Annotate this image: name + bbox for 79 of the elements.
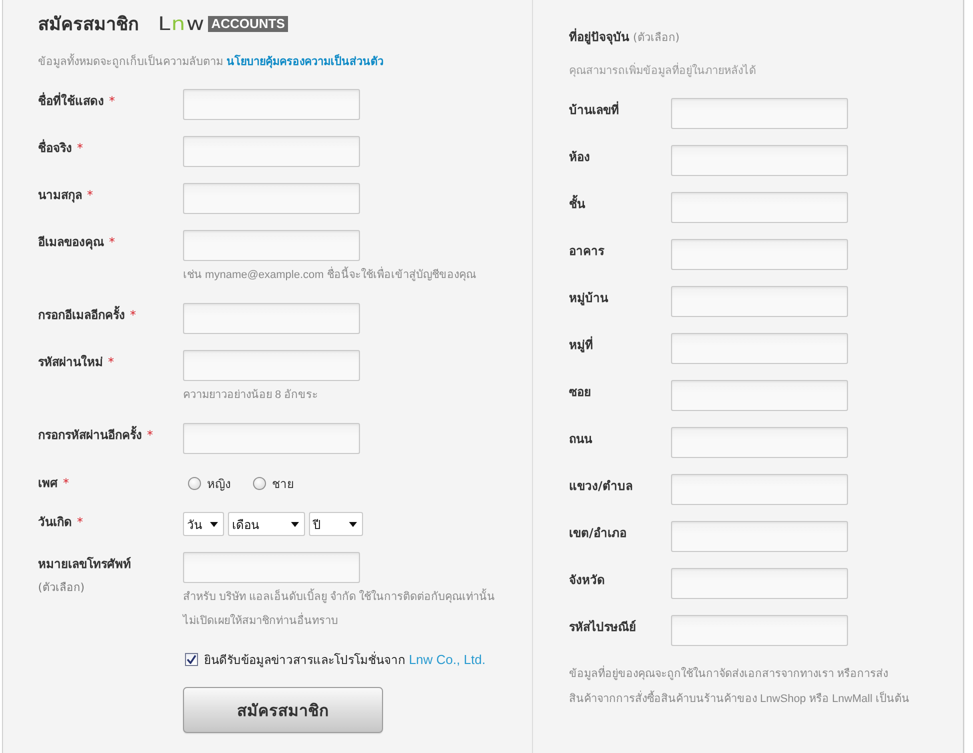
field-label: จังหวัด [569, 573, 605, 587]
text-input[interactable] [183, 89, 360, 120]
required-asterisk: * [109, 94, 115, 108]
field-label: หมู่ที่ [569, 338, 593, 352]
field-label: ชั้น [569, 197, 585, 211]
field-label: วันเกิด [38, 515, 72, 529]
field-label: กรอกรหัสผ่านอีกครั้ง [38, 428, 142, 442]
field-label: ห้อง [569, 150, 590, 164]
caret-icon [349, 522, 357, 526]
text-input[interactable] [183, 136, 360, 167]
required-asterisk: * [87, 188, 93, 202]
text-input[interactable] [671, 568, 848, 599]
radio-label: ชาย [272, 476, 294, 492]
required-asterisk: * [108, 355, 114, 369]
required-asterisk: * [109, 235, 115, 249]
text-input[interactable] [671, 239, 848, 270]
logo-wordmark: Lnw [158, 16, 206, 34]
section-subtitle: คุณสามารถเพิ่มข้อมูลที่อยู่ในภายหลังได้ [569, 63, 756, 79]
section-title: ที่อยู่ปัจจุบัน [569, 30, 629, 44]
text-input[interactable] [671, 145, 848, 176]
text-input[interactable] [183, 552, 360, 583]
radio-label: หญิง [207, 476, 231, 492]
field-label: ชื่อที่ใช้แสดง [38, 94, 104, 108]
text-input[interactable] [183, 230, 360, 261]
field-hint: เช่น myname@example.com ชื่อนี้จะใช้เพื่อเข้าสู่บัญชีของคุณ [183, 263, 476, 287]
caret-icon [210, 522, 218, 526]
field-label: หมู่บ้าน [569, 291, 608, 305]
radio-button[interactable] [188, 476, 201, 490]
text-input[interactable] [671, 521, 848, 552]
text-input[interactable] [183, 423, 360, 454]
text-input[interactable] [671, 380, 848, 411]
signup-button[interactable]: สมัครสมาชิก [183, 687, 383, 733]
field-label: รหัสผ่านใหม่ [38, 355, 103, 369]
text-input[interactable] [671, 427, 848, 458]
required-asterisk: * [77, 141, 83, 155]
caret-icon [291, 522, 299, 526]
address-usage-note: ข้อมูลที่อยู่ของคุณจะถูกใช้ในกาจัดส่งเอกสารจากทางเรา หรือการส่ง [569, 662, 888, 687]
field-hint: ไม่เปิดเผยให้สมาชิกท่านอื่นทราบ [183, 609, 338, 633]
field-label: เขต/อำเภอ [569, 526, 626, 540]
field-label: อาคาร [569, 244, 604, 258]
field-label: อีเมลของคุณ [38, 235, 104, 249]
text-input[interactable] [183, 303, 360, 334]
checkmark-icon [187, 654, 196, 664]
field-label: ชื่อจริง [38, 141, 72, 155]
newsletter-consent: ยินดีรับข้อมูลข่าวสารและโปรโมชั่นจาก Lnw Co., Ltd. [204, 650, 486, 668]
select-dropdown[interactable]: วัน [183, 512, 224, 536]
privacy-note: ข้อมูลทั้งหมดจะถูกเก็บเป็นความลับตาม นโยบายคุ้มครองความเป็นส่วนตัว [38, 54, 384, 70]
field-label: ซอย [569, 385, 591, 399]
required-asterisk: * [130, 308, 136, 322]
field-label: ถนน [569, 432, 592, 446]
text-input[interactable] [671, 192, 848, 223]
field-label: หมายเลขโทรศัพท์ [38, 557, 131, 571]
checkbox[interactable] [185, 652, 198, 666]
radio-button[interactable] [253, 476, 266, 490]
text-input[interactable] [183, 183, 360, 214]
field-label: กรอกอีเมลอีกครั้ง [38, 308, 125, 322]
field-label: เพศ [38, 476, 58, 490]
field-hint: สำหรับ บริษัท แอลเอ็นดับเบิ้ลยู จำกัด ใช้ในการติดต่อกับคุณเท่านั้น [183, 585, 496, 609]
select-dropdown[interactable]: ปี [309, 512, 363, 536]
text-input[interactable] [671, 615, 848, 646]
address-usage-note: สินค้าจากการสั่งซื้อสินค้าบนร้านค้าของ LnwShop หรือ LnwMall เป็นต้น [569, 687, 910, 712]
required-asterisk: * [77, 515, 83, 529]
page-title: สมัครสมาชิก [38, 14, 139, 36]
field-label: รหัสไปรษณีย์ [569, 620, 636, 634]
text-input[interactable] [671, 98, 848, 129]
text-input[interactable] [183, 350, 360, 381]
optional-note: (ตัวเลือก) [633, 31, 680, 44]
text-input[interactable] [671, 333, 848, 364]
text-input[interactable] [671, 286, 848, 317]
required-asterisk: * [63, 476, 69, 490]
field-label: บ้านเลขที่ [569, 103, 619, 117]
text-input[interactable] [671, 474, 848, 505]
optional-note: (ตัวเลือก) [38, 580, 85, 596]
logo-badge: ACCOUNTS [208, 16, 288, 32]
field-label: แขวง/ตำบล [569, 479, 632, 493]
required-asterisk: * [147, 428, 153, 442]
field-label: นามสกุล [38, 188, 82, 202]
field-hint: ความยาวอย่างน้อย 8 อักขระ [183, 388, 318, 403]
select-dropdown[interactable]: เดือน [228, 512, 305, 536]
